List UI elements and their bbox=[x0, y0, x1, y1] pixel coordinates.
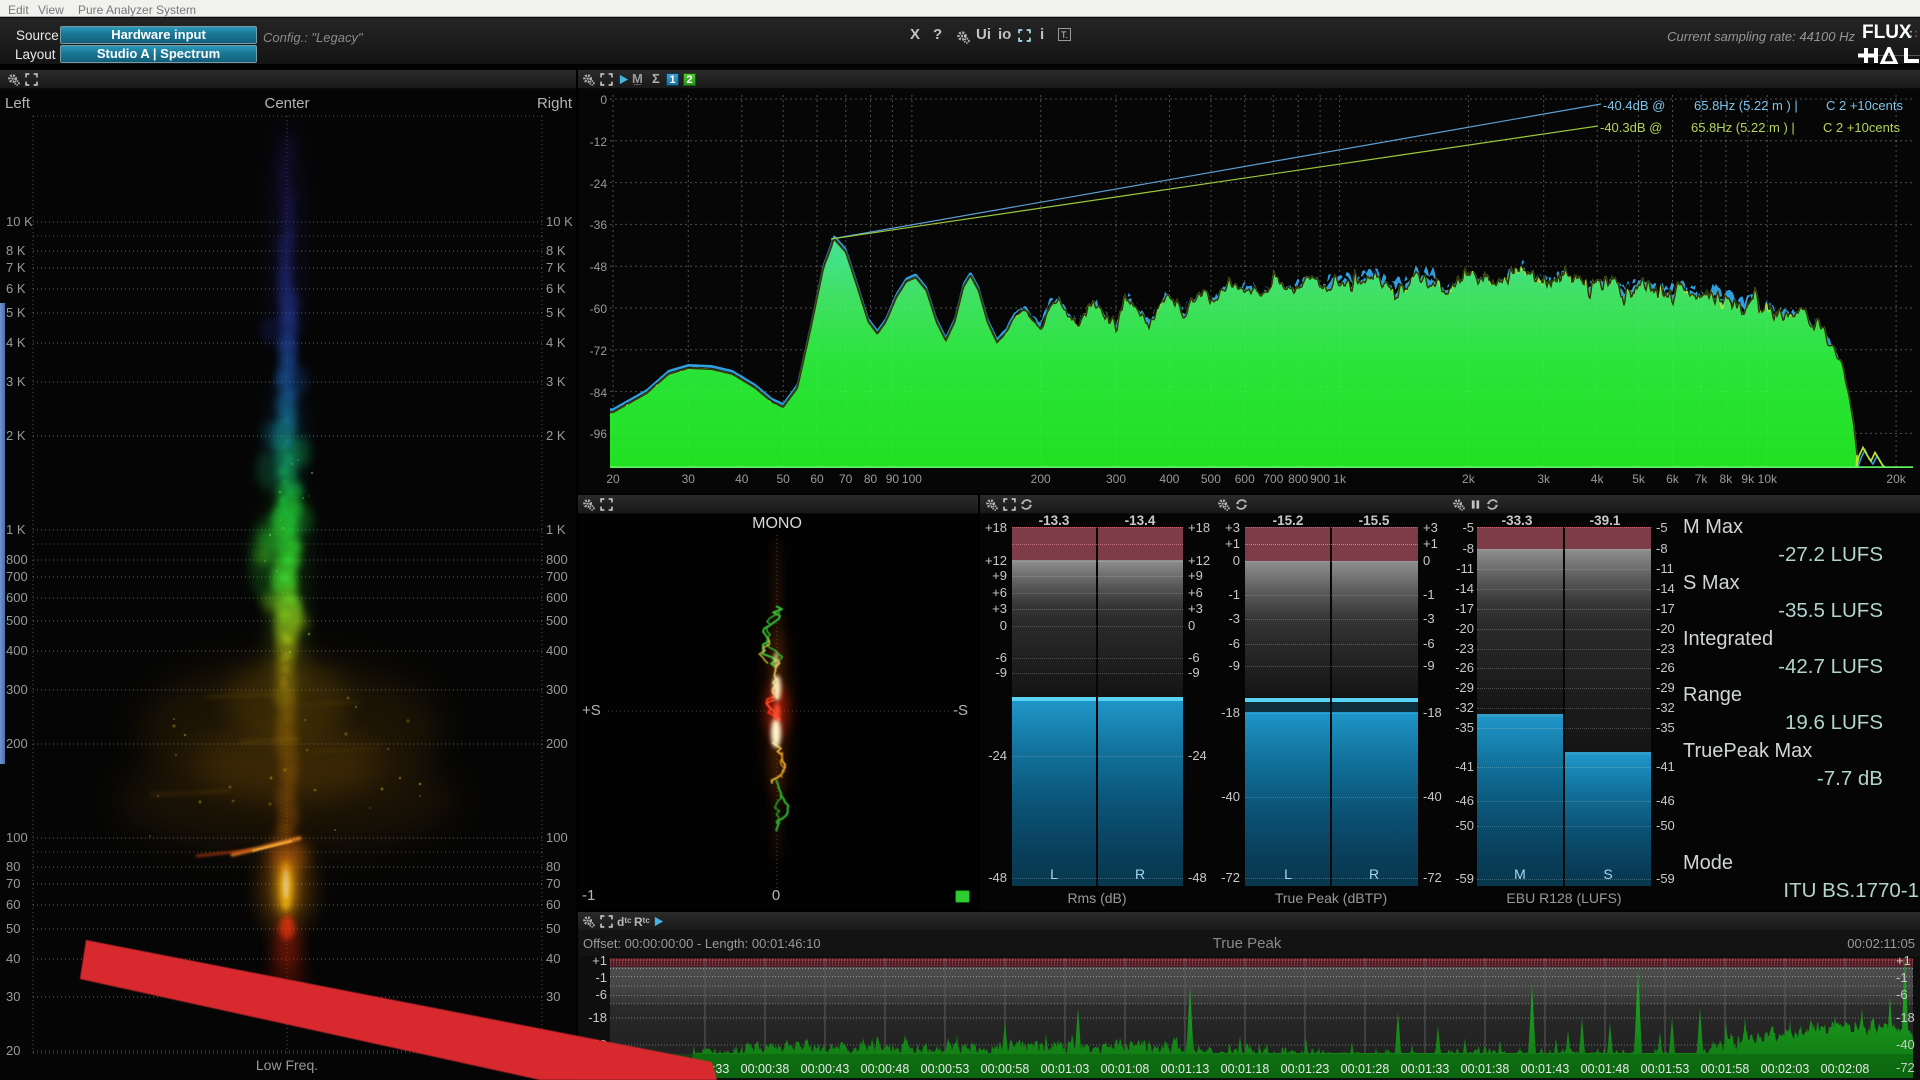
svg-text:-40.3dB @: -40.3dB @ bbox=[1600, 120, 1662, 135]
svg-text:C 2 +10cents: C 2 +10cents bbox=[1826, 98, 1903, 113]
svg-text:65.8Hz (5.22 m ) |: 65.8Hz (5.22 m ) | bbox=[1691, 120, 1795, 135]
svg-text:65.8Hz (5.22 m ) |: 65.8Hz (5.22 m ) | bbox=[1694, 98, 1798, 113]
svg-text:-40.4dB @: -40.4dB @ bbox=[1603, 98, 1665, 113]
svg-text:C 2 +10cents: C 2 +10cents bbox=[1823, 120, 1900, 135]
